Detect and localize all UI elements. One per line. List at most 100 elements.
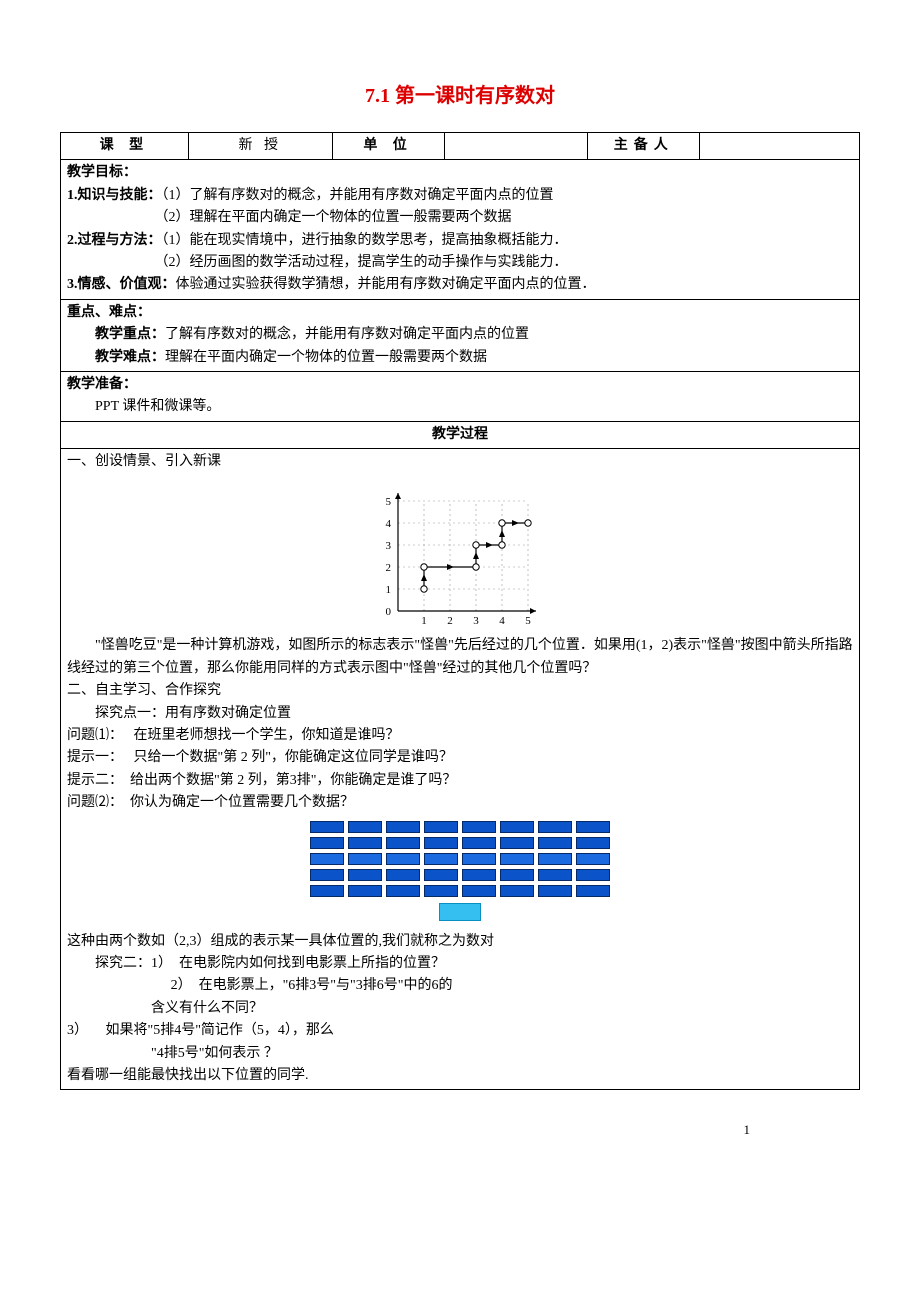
topic-2-label: 探究二： xyxy=(95,956,151,971)
keypoints-heading: 重点、难点： xyxy=(67,305,151,320)
t2-3-text: 如果将"5排4号"简记作（5，4），那么 xyxy=(106,1023,334,1038)
t2-2-label: 2） xyxy=(171,978,192,993)
lesson-plan-table: 课 型 新 授 单 位 主备人 教学目标： 1.知识与技能：（1）了解有序数对的… xyxy=(60,132,860,1090)
seat xyxy=(348,885,382,897)
keypoints-cell: 重点、难点： 教学重点：了解有序数对的概念，并能用有序数对确定平面内点的位置 教… xyxy=(61,299,860,371)
svg-text:3: 3 xyxy=(473,615,479,627)
label-lesson-type: 课 型 xyxy=(61,133,189,160)
seat xyxy=(348,869,382,881)
svg-text:2: 2 xyxy=(386,562,392,574)
seat xyxy=(500,821,534,833)
seat xyxy=(386,869,420,881)
prep-heading: 教学准备： xyxy=(67,377,137,392)
seat xyxy=(462,821,496,833)
t2-2b-text: 含义有什么不同？ xyxy=(151,1001,263,1016)
seat xyxy=(538,869,572,881)
seat xyxy=(576,853,610,865)
difficulty-label: 教学难点： xyxy=(95,350,165,365)
seat xyxy=(386,853,420,865)
process-item-1: （1）能在现实情境中，进行抽象的数学思考，提高抽象概括能力． xyxy=(162,233,568,248)
label-unit: 单 位 xyxy=(332,133,444,160)
seat xyxy=(462,869,496,881)
svg-text:4: 4 xyxy=(386,518,392,530)
svg-text:5: 5 xyxy=(386,496,392,508)
seat xyxy=(310,821,344,833)
seat xyxy=(462,885,496,897)
seat-row xyxy=(300,853,620,865)
seat xyxy=(424,853,458,865)
section-2-title: 二、自主学习、合作探究 xyxy=(67,680,853,702)
path-chart: 1 2 3 4 5 0 1 2 3 4 5 xyxy=(370,481,550,631)
process-heading: 教学过程 xyxy=(61,421,860,448)
hint1-text: 只给一个数据"第 2 列"，你能确定这位同学是谁吗？ xyxy=(134,750,453,765)
seat-row xyxy=(300,837,620,849)
objectives-cell: 教学目标： 1.知识与技能：（1）了解有序数对的概念，并能用有序数对确定平面内点… xyxy=(61,160,860,299)
value-unit xyxy=(444,133,588,160)
seat xyxy=(576,837,610,849)
seat xyxy=(348,853,382,865)
topic-1: 探究点一：用有序数对确定位置 xyxy=(67,703,853,725)
t2-1-text: 在电影院内如何找到电影票上所指的位置？ xyxy=(179,956,445,971)
seat-row xyxy=(300,869,620,881)
seat xyxy=(462,837,496,849)
seat xyxy=(500,837,534,849)
seat xyxy=(310,853,344,865)
knowledge-label: 1.知识与技能： xyxy=(67,188,162,203)
keypoint-text: 了解有序数对的概念，并能用有序数对确定平面内点的位置 xyxy=(165,327,529,342)
hint1-label: 提示一： xyxy=(67,750,123,765)
podium xyxy=(439,903,481,921)
t2-3-label: 3） xyxy=(67,1023,88,1038)
seat xyxy=(386,821,420,833)
t2-3b-text: "4排5号"如何表示 ？ xyxy=(151,1046,278,1061)
seat xyxy=(462,853,496,865)
svg-text:4: 4 xyxy=(499,615,505,627)
page-title: 7.1 第一课时有序数对 xyxy=(60,80,860,112)
hint2-label: 提示二： xyxy=(67,773,123,788)
svg-text:1: 1 xyxy=(421,615,427,627)
seat xyxy=(386,885,420,897)
seating-diagram xyxy=(300,821,620,897)
section-1-title: 一、创设情景、引入新课 xyxy=(67,451,853,473)
q2-label: 问题⑵： xyxy=(67,795,123,810)
seat xyxy=(576,869,610,881)
q2-text: 你认为确定一个位置需要几个数据？ xyxy=(130,795,354,810)
svg-text:1: 1 xyxy=(386,584,392,596)
seat xyxy=(310,885,344,897)
seat xyxy=(538,853,572,865)
svg-text:0: 0 xyxy=(386,606,392,618)
keypoint-label: 教学重点： xyxy=(95,327,165,342)
seat xyxy=(348,837,382,849)
seat xyxy=(424,869,458,881)
seat xyxy=(576,821,610,833)
conclusion-text: 这种由两个数如（2,3）组成的表示某一具体位置的,我们就称之为数对 xyxy=(67,931,853,953)
paragraph-monster: "怪兽吃豆"是一种计算机游戏，如图所示的标志表示"怪兽"先后经过的几个位置．如果… xyxy=(67,635,853,680)
seat xyxy=(310,837,344,849)
seat xyxy=(386,837,420,849)
path-chart-svg: 1 2 3 4 5 0 1 2 3 4 5 xyxy=(370,481,550,631)
q1-label: 问题⑴： xyxy=(67,728,123,743)
seat xyxy=(424,821,458,833)
svg-text:3: 3 xyxy=(386,540,392,552)
difficulty-text: 理解在平面内确定一个物体的位置一般需要两个数据 xyxy=(165,350,487,365)
objectives-heading: 教学目标： xyxy=(67,165,137,180)
prep-cell: 教学准备： PPT 课件和微课等。 xyxy=(61,371,860,421)
hint2-text: 给出两个数据"第 2 列，第3排"，你能确定是谁了吗？ xyxy=(130,773,456,788)
knowledge-item-2: （2）理解在平面内确定一个物体的位置一般需要两个数据 xyxy=(162,210,512,225)
process-body: 一、创设情景、引入新课 1 2 3 4 5 0 1 2 3 4 5 "怪兽吃豆"是一种计算机游戏，如… xyxy=(61,449,860,1090)
final-line: 看看哪一组能最快找出以下位置的同学. xyxy=(67,1065,853,1087)
value-preparer xyxy=(700,133,860,160)
seat xyxy=(310,869,344,881)
seat xyxy=(538,885,572,897)
seat xyxy=(500,885,534,897)
seat xyxy=(538,837,572,849)
value-lesson-type: 新 授 xyxy=(188,133,332,160)
seat xyxy=(576,885,610,897)
t2-2-text: 在电影票上，"6排3号"与"3排6号"中的6的 xyxy=(199,978,453,993)
page-number: 1 xyxy=(60,1090,860,1141)
seat xyxy=(424,885,458,897)
svg-text:5: 5 xyxy=(525,615,531,627)
seat xyxy=(500,853,534,865)
process-label: 2.过程与方法： xyxy=(67,233,162,248)
svg-text:2: 2 xyxy=(447,615,453,627)
seat xyxy=(424,837,458,849)
